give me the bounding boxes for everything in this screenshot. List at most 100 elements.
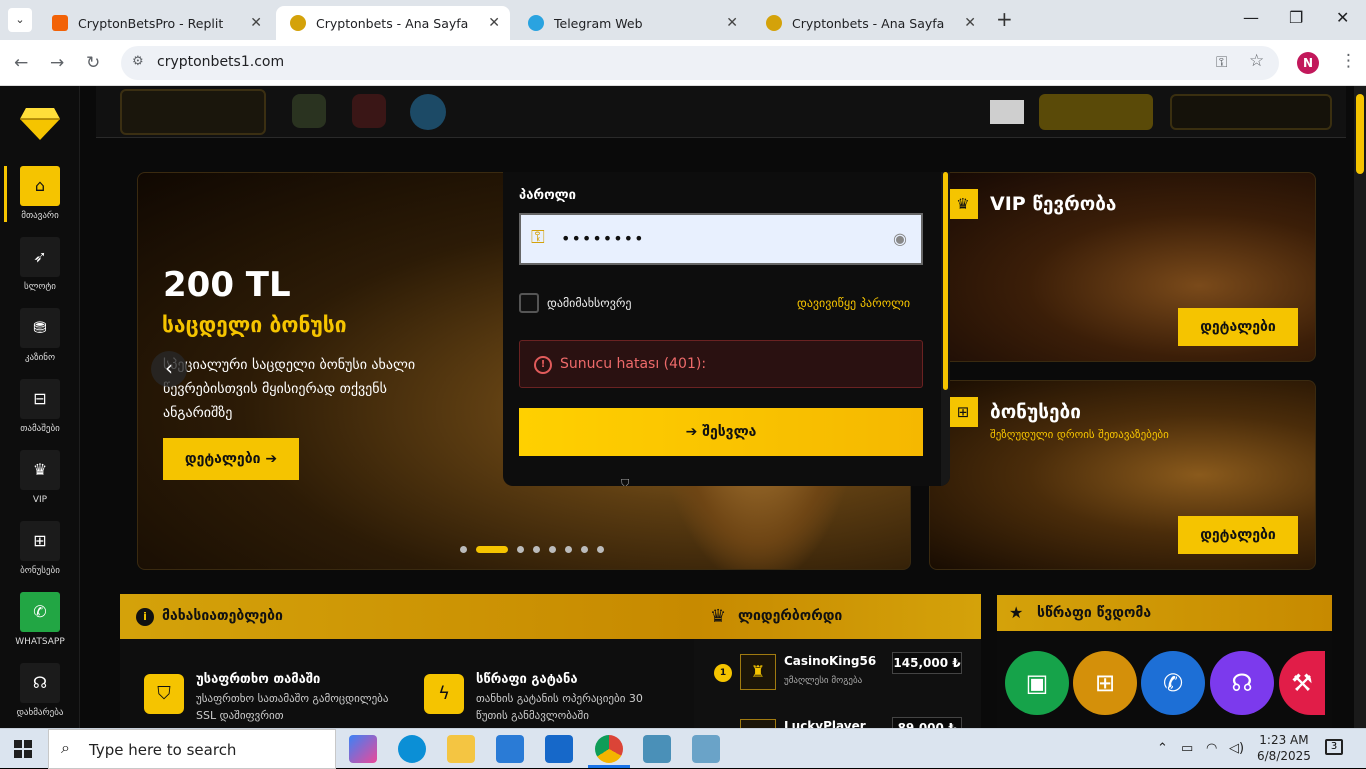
notification-icon[interactable]: 3 bbox=[1325, 739, 1343, 755]
vip-details-button[interactable]: დეტალები bbox=[1178, 308, 1298, 346]
support-button[interactable]: ☊ bbox=[1210, 651, 1274, 715]
chrome-icon[interactable] bbox=[595, 735, 623, 763]
sidebar-label: თამაშები bbox=[20, 424, 60, 434]
reload-icon[interactable]: ↻ bbox=[86, 53, 100, 73]
windows-taskbar: ⌕ Type here to search ⌃ ▭ ◠ ◁) 1:23 AM 6… bbox=[0, 728, 1366, 769]
page-scrollbar[interactable] bbox=[1354, 86, 1366, 728]
gift-button[interactable]: ⊞ bbox=[1073, 651, 1137, 715]
sidebar-item-slot[interactable]: ➶ სლოტი bbox=[0, 237, 80, 307]
store-icon[interactable] bbox=[496, 735, 524, 763]
tab-cryptonbets-2[interactable]: Cryptonbets - Ana Sayfa ✕ bbox=[752, 6, 986, 40]
hammer-button[interactable]: ⚒ bbox=[1279, 651, 1325, 715]
login-submit-button[interactable]: ➔ შესვლა bbox=[519, 408, 923, 456]
battery-icon[interactable]: ▭ bbox=[1181, 741, 1193, 756]
wallet-button[interactable]: ▣ bbox=[1005, 651, 1069, 715]
tab-replit[interactable]: CryptonBetsPro - Replit ✕ bbox=[38, 6, 272, 40]
eye-icon[interactable]: ◉ bbox=[893, 229, 907, 248]
carousel-dot[interactable] bbox=[460, 546, 467, 553]
button-label: დეტალები bbox=[184, 451, 261, 467]
sidebar-item-games[interactable]: ⊟ თამაშები bbox=[0, 379, 80, 449]
close-tab-icon[interactable]: ✕ bbox=[726, 15, 738, 31]
remember-me[interactable]: დამიმახსოვრე bbox=[519, 293, 632, 313]
menu-kebab-icon[interactable]: ⋮ bbox=[1340, 51, 1357, 71]
sidebar-item-vip[interactable]: ♛ VIP bbox=[0, 450, 80, 520]
register-nav-button[interactable] bbox=[1170, 94, 1332, 130]
sidebar-item-casino[interactable]: ⛃ კაზინო bbox=[0, 308, 80, 378]
taskbar-clock[interactable]: 1:23 AM 6/8/2025 bbox=[1257, 732, 1311, 764]
tab-search-button[interactable]: ⌄ bbox=[8, 8, 32, 32]
sidebar-item-bonuses[interactable]: ⊞ ბონუსები bbox=[0, 521, 80, 591]
back-icon[interactable]: ← bbox=[14, 53, 28, 73]
bookmark-star-icon[interactable]: ☆ bbox=[1249, 51, 1264, 71]
sidebar-item-home[interactable]: ⌂ მთავარი bbox=[0, 166, 80, 236]
nav-game-icon-2[interactable] bbox=[352, 94, 386, 128]
feature-desc: უსაფრთხო სათამაშო გამოცდილება SSL დაშიფვ… bbox=[196, 692, 389, 722]
cryptonbets-icon bbox=[766, 15, 782, 31]
chevron-up-icon[interactable]: ⌃ bbox=[1157, 741, 1168, 756]
info-icon: i bbox=[136, 608, 154, 626]
password-key-icon[interactable]: ⚿ bbox=[1216, 53, 1227, 71]
modal-scrollbar[interactable] bbox=[941, 172, 950, 486]
leaderboard-title: ლიდერბორდი bbox=[738, 608, 843, 624]
close-tab-icon[interactable]: ✕ bbox=[488, 15, 500, 31]
site-info-icon[interactable]: ⚙ bbox=[132, 54, 144, 69]
volume-icon[interactable]: ◁) bbox=[1229, 741, 1244, 756]
trophy-icon: ♜ bbox=[740, 654, 776, 690]
modal-scrollbar-thumb[interactable] bbox=[943, 172, 948, 390]
diamond-logo-icon[interactable] bbox=[20, 106, 60, 142]
password-field[interactable]: ⚿ •••••••• ◉ bbox=[519, 213, 923, 265]
tab-cryptonbets-active[interactable]: Cryptonbets - Ana Sayfa ✕ bbox=[276, 6, 510, 40]
carousel-dot[interactable] bbox=[533, 546, 540, 553]
bonus-details-button[interactable]: დეტალები bbox=[1178, 516, 1298, 554]
forward-icon[interactable]: → bbox=[50, 53, 64, 73]
maximize-icon[interactable]: ❐ bbox=[1289, 8, 1303, 27]
url-text[interactable]: cryptonbets1.com bbox=[157, 54, 284, 70]
minimize-icon[interactable]: — bbox=[1243, 8, 1259, 27]
shield-icon: ⛉ bbox=[144, 674, 184, 714]
promo-nav-button[interactable] bbox=[120, 89, 266, 135]
banner-details-button[interactable]: დეტალები ➔ bbox=[163, 438, 299, 480]
error-icon: ! bbox=[534, 356, 552, 374]
feature-secure: ⛉ უსაფრთხო თამაში უსაფრთხო სათამაშო გამო… bbox=[132, 654, 402, 728]
carousel-dot[interactable] bbox=[581, 546, 588, 553]
carousel-dot-active[interactable] bbox=[476, 546, 508, 553]
close-window-icon[interactable]: ✕ bbox=[1336, 8, 1349, 27]
sidebar-label: VIP bbox=[32, 495, 48, 505]
carousel-dot[interactable] bbox=[565, 546, 572, 553]
sidebar-item-whatsapp[interactable]: ✆ WHATSAPP bbox=[0, 592, 80, 662]
carousel-dot[interactable] bbox=[517, 546, 524, 553]
login-nav-button[interactable] bbox=[1039, 94, 1153, 130]
close-tab-icon[interactable]: ✕ bbox=[250, 15, 262, 31]
remember-checkbox[interactable] bbox=[519, 293, 539, 313]
banner-subtitle: საცდელი ბონუსი bbox=[162, 313, 347, 337]
app-icon[interactable] bbox=[643, 735, 671, 763]
login-submit-label: შესვლა bbox=[702, 424, 757, 440]
omnibox[interactable]: ⚙ cryptonbets1.com bbox=[121, 46, 1279, 80]
windows-start-icon[interactable] bbox=[14, 740, 32, 758]
phone-button[interactable]: ✆ bbox=[1141, 651, 1205, 715]
password-value[interactable]: •••••••• bbox=[561, 229, 645, 248]
wifi-icon[interactable]: ◠ bbox=[1206, 741, 1217, 756]
file-explorer-icon[interactable] bbox=[447, 735, 475, 763]
carousel-prev-button[interactable]: ‹ bbox=[151, 351, 187, 387]
photo-app-icon[interactable] bbox=[692, 735, 720, 763]
mail-icon[interactable] bbox=[545, 735, 573, 763]
carousel-dot[interactable] bbox=[549, 546, 556, 553]
sidebar-item-help[interactable]: ☊ დახმარება bbox=[0, 663, 80, 728]
scrollbar-thumb[interactable] bbox=[1356, 94, 1364, 174]
taskbar-search[interactable]: ⌕ Type here to search bbox=[48, 729, 336, 769]
nav-telegram-icon[interactable] bbox=[410, 94, 446, 130]
copilot-icon[interactable] bbox=[349, 735, 377, 763]
edge-icon[interactable] bbox=[398, 735, 426, 763]
tab-telegram[interactable]: Telegram Web ✕ bbox=[514, 6, 748, 40]
language-flag-icon[interactable] bbox=[990, 100, 1024, 124]
new-tab-button[interactable]: + bbox=[996, 7, 1013, 31]
forgot-password-link[interactable]: დავივიწყე პაროლი bbox=[797, 296, 910, 310]
close-tab-icon[interactable]: ✕ bbox=[964, 15, 976, 31]
profile-avatar[interactable]: N bbox=[1297, 52, 1319, 74]
notification-count: 3 bbox=[1330, 741, 1338, 752]
nav-game-icon-1[interactable] bbox=[292, 94, 326, 128]
home-icon: ⌂ bbox=[20, 166, 60, 206]
carousel-dot[interactable] bbox=[597, 546, 604, 553]
player-note: უმაღლესი მოგება bbox=[784, 676, 863, 686]
